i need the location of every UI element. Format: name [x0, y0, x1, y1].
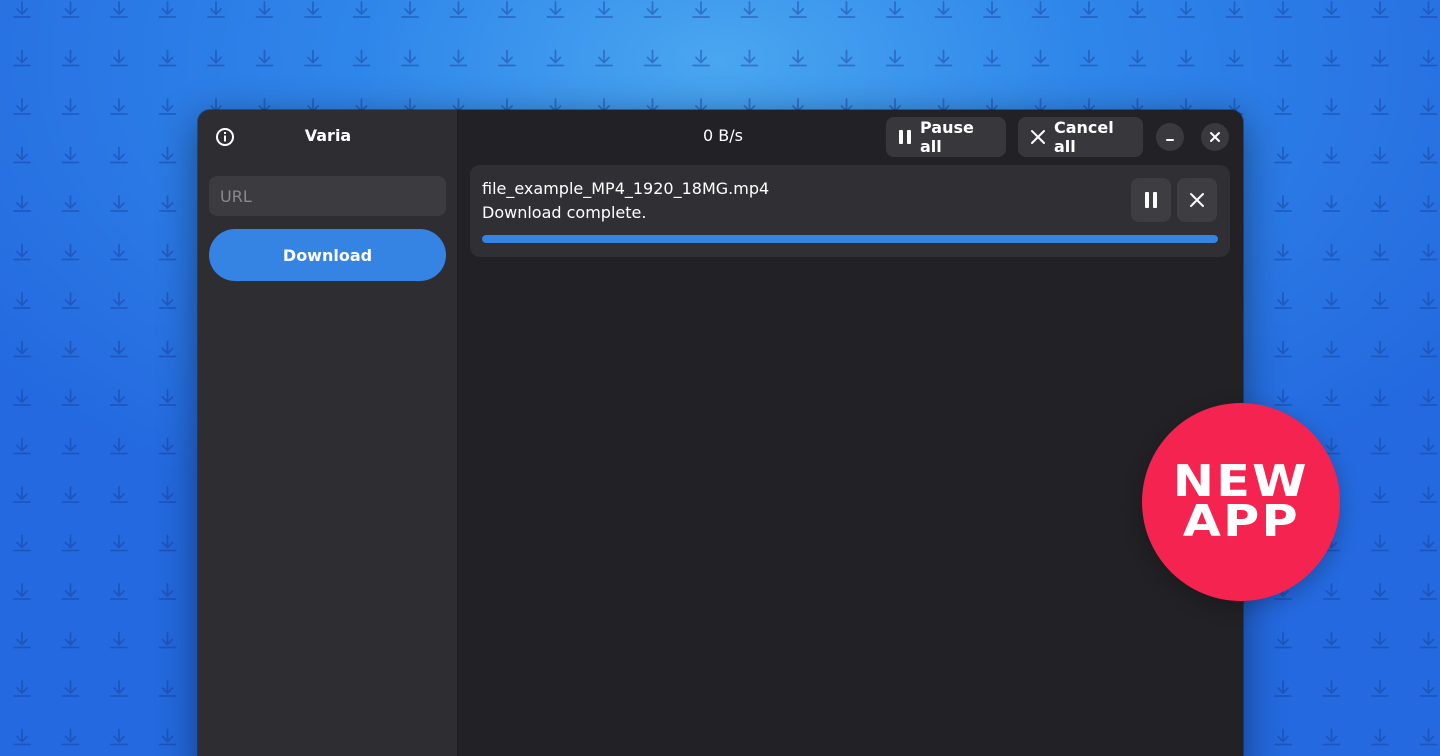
minimize-button[interactable] [1156, 123, 1184, 151]
download-speed: 0 B/s [703, 126, 743, 145]
sidebar-header: Varia [198, 110, 457, 164]
pause-icon [898, 129, 912, 145]
cancel-all-button[interactable]: Cancel all [1018, 117, 1143, 157]
info-icon[interactable] [214, 126, 236, 148]
window-close-button[interactable] [1201, 123, 1229, 151]
app-window: Varia Download 0 B/s Pause all Cancel al… [198, 110, 1243, 756]
download-progress-bar [482, 235, 1218, 243]
pause-all-label: Pause all [920, 118, 974, 156]
download-progress-fill [482, 235, 1218, 243]
close-icon [1209, 131, 1221, 143]
download-cancel-button[interactable] [1177, 178, 1217, 222]
download-status: Download complete. [482, 203, 647, 222]
url-input[interactable] [209, 176, 446, 216]
new-app-badge: NEW APP [1142, 403, 1340, 601]
badge-line-2: APP [1182, 496, 1300, 547]
download-item: file_example_MP4_1920_18MG.mp4 Download … [470, 165, 1230, 257]
minimize-icon [1164, 131, 1176, 143]
download-button[interactable]: Download [209, 229, 446, 281]
cancel-all-label: Cancel all [1054, 118, 1114, 156]
main-content: 0 B/s Pause all Cancel all file_example_… [458, 110, 1243, 756]
pause-all-button[interactable]: Pause all [886, 117, 1006, 157]
download-filename: file_example_MP4_1920_18MG.mp4 [482, 179, 770, 198]
pause-icon [1143, 191, 1159, 209]
close-icon [1030, 129, 1046, 145]
sidebar: Varia Download [198, 110, 458, 756]
download-pause-button[interactable] [1131, 178, 1171, 222]
app-title: Varia [304, 126, 352, 145]
close-icon [1189, 192, 1205, 208]
